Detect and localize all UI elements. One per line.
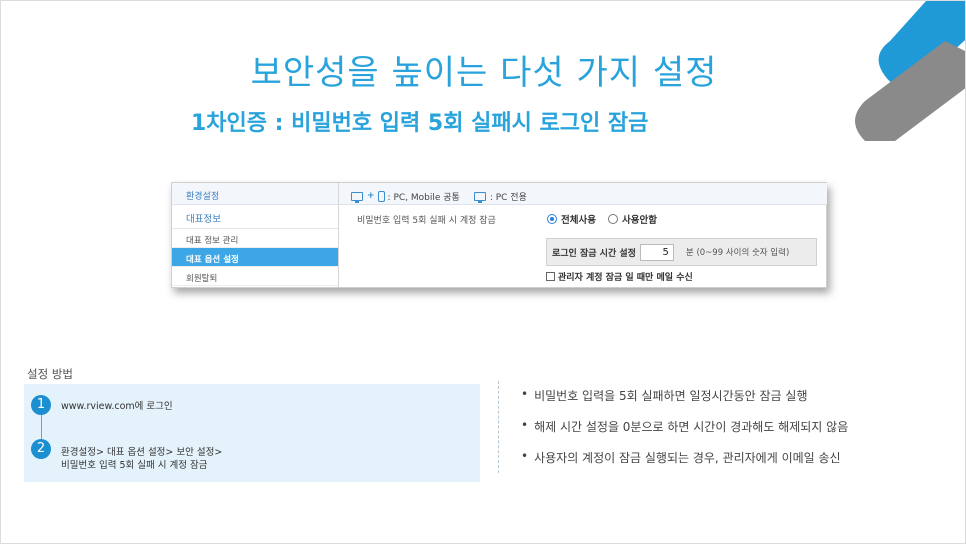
mobile-icon xyxy=(377,190,385,202)
bullet-text: 해제 시간 설정을 0분으로 하면 시간이 경과해도 해제되지 않음 xyxy=(534,420,849,434)
page-subtitle: 1차인증 : 비밀번호 입력 5회 실패시 로그인 잠금 xyxy=(191,111,649,136)
sidebar-header[interactable]: 환경설정 xyxy=(172,183,338,205)
method-title: 설정 방법 xyxy=(27,367,73,381)
bullet-item: • 비밀번호 입력을 5회 실패하면 일정시간동안 잠금 실행 xyxy=(521,387,848,418)
steps-box: 1 www.rview.com에 로그인 2 환경설정> 대표 옵션 설정> 보… xyxy=(24,384,480,482)
account-lock-label: 비밀번호 입력 5회 실패 시 계정 잠금 xyxy=(357,216,496,226)
radio-use-all[interactable] xyxy=(547,214,557,224)
platform-legend: + : PC, Mobile 공통 : PC 전용 xyxy=(339,183,827,205)
sidebar-item-option-settings[interactable]: 대표 옵션 설정 xyxy=(172,248,338,267)
settings-sidebar: 환경설정 대표정보 대표 정보 관리 대표 옵션 설정 회원탈퇴 xyxy=(172,183,339,287)
slide: 보안성을 높이는 다섯 가지 설정 1차인증 : 비밀번호 입력 5회 실패시 … xyxy=(0,0,966,544)
dashed-divider xyxy=(498,381,499,473)
step-badge-1: 1 xyxy=(31,395,51,415)
step-2-line2: 비밀번호 입력 5회 실패 시 계정 잠금 xyxy=(61,460,208,471)
bullet-text: 비밀번호 입력을 5회 실패하면 일정시간동안 잠금 실행 xyxy=(534,389,808,403)
legend-pc-mobile: : PC, Mobile 공통 xyxy=(387,192,460,203)
mail-option-row: 관리자 계정 잠금 일 때만 메일 수신 xyxy=(546,270,693,283)
bullet-item: • 사용자의 계정이 잠금 실행되는 경우, 관리자에게 이메일 송신 xyxy=(521,449,848,480)
account-lock-radios: 전체사용 사용안함 xyxy=(547,212,665,226)
step-text-1: www.rview.com에 로그인 xyxy=(61,400,173,413)
step-2-line1: 환경설정> 대표 옵션 설정> 보안 설정> xyxy=(61,447,223,458)
sidebar-section[interactable]: 대표정보 xyxy=(172,205,338,229)
settings-content: + : PC, Mobile 공통 : PC 전용 비밀번호 입력 5회 실패 … xyxy=(339,183,827,287)
sidebar-item-withdraw[interactable]: 회원탈퇴 xyxy=(172,267,338,286)
lock-time-label: 로그인 잠금 시간 설정 xyxy=(552,248,636,259)
bullet-dot: • xyxy=(521,387,529,401)
legend-pc-only: : PC 전용 xyxy=(489,192,527,203)
bullet-dot: • xyxy=(521,418,529,432)
radio-use-all-label[interactable]: 전체사용 xyxy=(561,212,596,226)
mail-option-checkbox[interactable] xyxy=(546,272,555,281)
step-badge-2: 2 xyxy=(31,439,51,459)
radio-not-use[interactable] xyxy=(607,214,618,224)
monitor-icon xyxy=(351,191,363,203)
page-title: 보안성을 높이는 다섯 가지 설정 xyxy=(250,53,718,93)
mail-option-label[interactable]: 관리자 계정 잠금 일 때만 메일 수신 xyxy=(558,270,693,283)
lock-time-input[interactable] xyxy=(639,243,674,261)
step-text-2: 환경설정> 대표 옵션 설정> 보안 설정> 비밀번호 입력 5회 실패 시 계… xyxy=(61,446,222,472)
plus-icon: + xyxy=(367,191,375,201)
bullet-text: 사용자의 계정이 잠금 실행되는 경우, 관리자에게 이메일 송신 xyxy=(534,451,841,465)
bullet-item: • 해제 시간 설정을 0분으로 하면 시간이 경과해도 해제되지 않음 xyxy=(521,418,848,449)
sidebar-item-info-manage[interactable]: 대표 정보 관리 xyxy=(172,229,338,248)
admin-settings-screenshot: 환경설정 대표정보 대표 정보 관리 대표 옵션 설정 회원탈퇴 + : PC,… xyxy=(171,182,827,288)
monitor-icon xyxy=(473,191,486,203)
bullet-list: • 비밀번호 입력을 5회 실패하면 일정시간동안 잠금 실행 • 해제 시간 설정… xyxy=(521,387,848,480)
radio-not-use-label[interactable]: 사용안함 xyxy=(622,212,657,226)
bullet-dot: • xyxy=(521,449,529,463)
lock-time-hint: 분 (0~99 사이의 숫자 입력) xyxy=(685,248,790,258)
lock-time-setting: 로그인 잠금 시간 설정 분 (0~99 사이의 숫자 입력) xyxy=(546,238,817,266)
step-1-line1: www.rview.com에 로그인 xyxy=(61,401,173,412)
